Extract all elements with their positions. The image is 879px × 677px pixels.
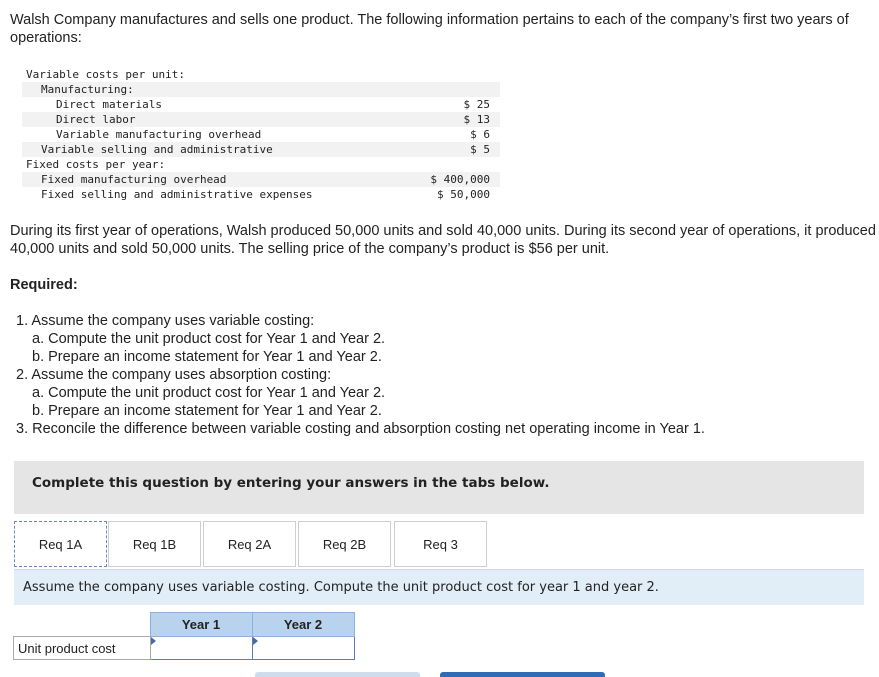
year-2-input[interactable] <box>251 636 355 660</box>
operations-paragraph: During its first year of operations, Wal… <box>10 223 876 257</box>
instruction-text: Assume the company uses variable costing… <box>23 580 659 595</box>
year-1-input[interactable] <box>149 636 253 660</box>
requirements-list: 1. Assume the company uses variable cost… <box>16 312 705 438</box>
tab-req-2a[interactable]: Req 2A <box>203 521 296 567</box>
cost-row: Fixed costs per year: <box>22 157 500 172</box>
cost-row: Direct materials $ 25 <box>22 97 500 112</box>
cost-label: Fixed manufacturing overhead <box>41 173 227 186</box>
cost-label: Direct labor <box>56 113 136 126</box>
header-year-1: Year 1 <box>149 612 253 637</box>
cost-label: Fixed costs per year: <box>26 158 166 171</box>
cost-row: Fixed selling and administrative expense… <box>22 187 500 202</box>
instructions-banner: Complete this question by entering your … <box>14 461 864 514</box>
cost-value: $ 13 <box>463 113 491 126</box>
tab-req-1b[interactable]: Req 1B <box>108 521 201 567</box>
cost-row: Variable selling and administrative $ 5 <box>22 142 500 157</box>
problem-intro: Walsh Company manufactures and sells one… <box>10 12 849 46</box>
banner-text: Complete this question by entering your … <box>32 475 550 491</box>
requirement-item: b. Prepare an income statement for Year … <box>32 349 382 365</box>
tab-req-3[interactable]: Req 3 <box>394 521 487 567</box>
cost-value: $ 25 <box>463 98 491 111</box>
tab-instruction: Assume the company uses variable costing… <box>14 569 864 605</box>
header-year-2: Year 2 <box>251 612 355 637</box>
requirement-item: a. Compute the unit product cost for Yea… <box>32 385 386 401</box>
cost-row: Fixed manufacturing overhead $ 400,000 <box>22 172 500 187</box>
cost-label: Variable costs per unit: <box>26 68 185 81</box>
cost-label: Variable selling and administrative <box>41 143 273 156</box>
cost-label: Fixed selling and administrative expense… <box>41 188 313 201</box>
cost-label: Manufacturing: <box>41 83 134 96</box>
input-flag-icon <box>252 637 258 645</box>
tab-req-1a[interactable]: Req 1A <box>14 521 107 567</box>
previous-button[interactable] <box>255 672 420 677</box>
cost-row: Manufacturing: <box>22 82 500 97</box>
input-flag-icon <box>150 637 156 645</box>
cost-value: $ 400,000 <box>430 173 490 186</box>
row-label-unit-product-cost: Unit product cost <box>13 636 151 660</box>
cost-row: Variable manufacturing overhead $ 6 <box>22 127 500 142</box>
cost-value: $ 6 <box>470 128 490 141</box>
cost-value: $ 5 <box>470 143 490 156</box>
requirement-item: 3. Reconcile the difference between vari… <box>16 421 705 437</box>
answer-table: Year 1 Year 2 Unit product cost <box>13 612 355 660</box>
requirement-item: b. Prepare an income statement for Year … <box>32 403 382 419</box>
tab-req-2b[interactable]: Req 2B <box>298 521 391 567</box>
header-blank <box>13 612 150 637</box>
cost-data-table: Variable costs per unit: Manufacturing: Di… <box>22 67 500 202</box>
cost-row: Direct labor $ 13 <box>22 112 500 127</box>
next-button[interactable] <box>440 672 605 677</box>
cost-label: Variable manufacturing overhead <box>56 128 262 141</box>
requirement-item: a. Compute the unit product cost for Yea… <box>32 331 386 347</box>
cost-label: Direct materials <box>56 98 162 111</box>
cost-row: Variable costs per unit: <box>22 67 500 82</box>
cost-value: $ 50,000 <box>437 188 490 201</box>
requirement-item: 2. Assume the company uses absorption co… <box>16 367 332 383</box>
required-heading: Required: <box>10 277 78 293</box>
requirement-item: 1. Assume the company uses variable cost… <box>16 313 315 329</box>
